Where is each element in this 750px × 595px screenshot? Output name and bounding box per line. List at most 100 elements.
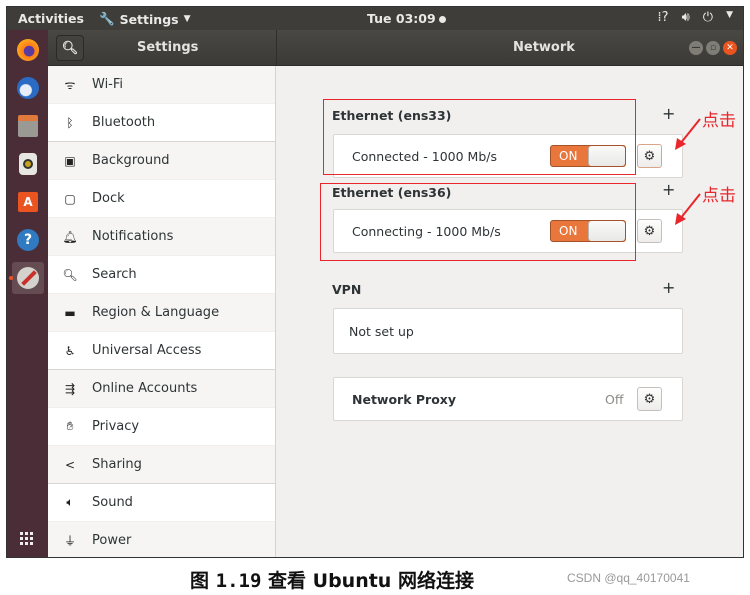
dock: A ? [7,30,48,557]
power-plug-icon: ⏚ [63,534,76,548]
power-icon: ⏻ [702,10,714,25]
dock-files[interactable] [12,110,44,142]
files-icon [18,115,38,137]
dock-help[interactable]: ? [12,224,44,256]
maximize-icon: ▫ [709,43,717,53]
proxy-status: Off [605,392,624,407]
system-tray[interactable]: ⁞? 🔊︎ ⏻ ▼ [658,10,733,25]
gear-icon: ⚙ [643,391,656,407]
maximize-button[interactable]: ▫ [706,41,720,55]
minimize-icon: — [691,43,701,53]
accessibility-icon: ♿︎ [64,343,76,358]
ethernet2-settings-button[interactable]: ⚙ [637,219,662,243]
dock-settings[interactable] [9,262,44,294]
ethernet1-settings-button[interactable]: ⚙ [637,144,662,168]
sidebar-item-label: Dock [92,191,125,206]
sidebar-item-sharing[interactable]: < Sharing [48,446,275,484]
screenshot-frame: Activities 🔧 Settings ▼ Tue 03:09 ⁞? 🔊︎ … [6,6,744,558]
sidebar-item-label: Sharing [92,457,142,472]
sidebar-item-label: Notifications [92,229,174,244]
clock[interactable]: Tue 03:09 [367,11,446,26]
sidebar-item-label: Background [92,153,170,168]
sidebar-item-background[interactable]: ▣ Background [48,142,275,180]
region-icon: ▬ [64,305,76,320]
notification-dot-icon [438,16,446,23]
proxy-title: Network Proxy [352,392,457,407]
annotation-arrow-2-icon [675,193,701,225]
dock-ubuntu-software[interactable]: A [12,186,44,218]
caption-number: 1.19 [215,570,262,592]
chevron-down-icon: ▼ [726,10,733,20]
settings-sidebar: ᯤ Wi-Fi ᛒ Bluetooth ▣ Background ▢ Dock 🔔︎ No… [48,66,276,557]
annotation-box-ethernet2 [320,183,636,261]
sidebar-item-online-accounts[interactable]: ⇶ Online Accounts [48,370,275,408]
gear-icon: ⚙ [643,223,656,239]
annotation-arrow-1-icon [675,118,701,150]
volume-icon: 🔊︎ [681,10,690,25]
dock-thunderbird[interactable] [12,72,44,104]
vpn-add-button[interactable]: + [662,278,675,297]
sidebar-item-label: Privacy [92,419,140,434]
sidebar-item-region-language[interactable]: ▬ Region & Language [48,294,275,332]
running-indicator-icon [9,276,13,280]
sidebar-item-universal-access[interactable]: ♿︎ Universal Access [48,332,275,370]
sidebar-item-label: Region & Language [92,305,220,320]
sidebar-item-power[interactable]: ⏚ Power [48,522,275,557]
proxy-card[interactable]: Network Proxy Off ⚙ [333,377,683,421]
network-unknown-icon: ⁞? [657,10,669,25]
sidebar-item-label: Bluetooth [92,115,156,130]
sidebar-item-label: Online Accounts [92,381,198,396]
close-button[interactable]: ✕ [723,41,737,55]
rhythmbox-icon [19,153,37,175]
sidebar-title: Settings [137,40,199,55]
dock-firefox[interactable] [12,34,44,66]
firefox-icon [17,39,39,61]
sidebar-item-label: Sound [92,495,133,510]
search-button[interactable]: 🔍︎ [56,35,84,61]
online-accounts-icon: ⇶ [64,381,76,396]
sidebar-item-bluetooth[interactable]: ᛒ Bluetooth [48,104,275,142]
hand-icon: ✋︎ [66,419,74,433]
top-bar: Activities 🔧 Settings ▼ Tue 03:09 ⁞? 🔊︎ … [7,7,743,30]
show-applications-icon[interactable] [20,532,33,545]
app-menu[interactable]: 🔧 Settings ▼ [99,11,191,27]
sidebar-item-notifications[interactable]: 🔔︎ Notifications [48,218,275,256]
annotation-box-ethernet1 [323,99,636,175]
sidebar-item-wifi[interactable]: ᯤ Wi-Fi [48,66,275,104]
settings-app-icon: 🔧 [99,11,115,26]
bell-icon: 🔔︎ [62,229,78,244]
figure-caption: 图 1.19 查看 Ubuntu 网络连接 [190,566,474,593]
search-icon: 🔍︎ [61,40,79,56]
sidebar-item-search[interactable]: 🔍︎ Search [48,256,275,294]
dock-icon: ▢ [64,191,76,206]
vpn-card: Not set up [333,308,683,354]
caption-prefix: 图 [190,570,210,592]
close-icon: ✕ [726,43,734,53]
annotation-click-label-2: 点击 [702,186,736,206]
sidebar-item-dock[interactable]: ▢ Dock [48,180,275,218]
app-menu-label: Settings [119,11,179,27]
annotation-click-label-1: 点击 [702,111,736,131]
watermark: CSDN @qq_40170041 [567,571,690,585]
help-icon: ? [17,229,39,251]
gear-icon: ⚙ [643,148,656,164]
thunderbird-icon [17,77,39,99]
sidebar-item-label: Search [92,267,137,282]
sidebar-item-sound[interactable]: 🔈︎ Sound [48,484,275,522]
header-bar: 🔍︎ Settings Network — ▫ ✕ [48,30,743,66]
vpn-status: Not set up [349,324,414,339]
proxy-settings-button[interactable]: ⚙ [637,387,662,411]
network-panel: Ethernet (ens33) + Connected - 1000 Mb/s… [277,66,743,557]
page-title: Network [513,40,575,55]
caption-text: 查看 Ubuntu 网络连接 [268,570,474,592]
sidebar-item-privacy[interactable]: ✋︎ Privacy [48,408,275,446]
background-icon: ▣ [64,153,76,168]
header-divider [276,30,277,66]
minimize-button[interactable]: — [689,41,703,55]
activities-button[interactable]: Activities [18,11,84,26]
sidebar-item-label: Universal Access [92,343,202,358]
dock-rhythmbox[interactable] [12,148,44,180]
share-icon: < [64,457,76,472]
bluetooth-icon: ᛒ [66,115,74,130]
chevron-down-icon: ▼ [183,14,191,24]
